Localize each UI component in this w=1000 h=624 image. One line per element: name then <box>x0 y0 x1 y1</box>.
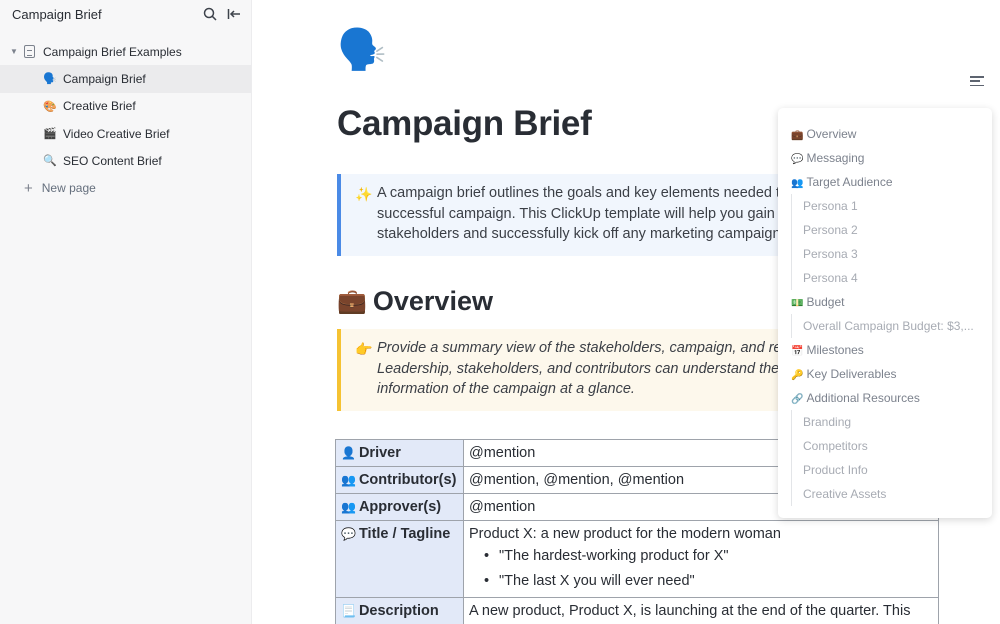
pointing-hand-icon: 👉 <box>355 341 373 357</box>
collapse-sidebar-icon[interactable] <box>227 7 241 21</box>
overview-callout[interactable]: 👉 Provide a summary view of the stakehol… <box>337 329 807 411</box>
toc-item-messaging[interactable]: 💬 Messaging <box>778 146 992 170</box>
table-key-cell[interactable]: 📃 Description <box>335 597 464 624</box>
toc-label: Budget <box>806 295 845 309</box>
page-curl-icon: 📃 <box>341 604 356 618</box>
toc-label: Messaging <box>806 151 865 165</box>
page-tree: ▼ Campaign Brief Examples 🗣️ Campaign Br… <box>0 38 251 202</box>
intro-callout[interactable]: ✨ A campaign brief outlines the goals an… <box>337 174 807 256</box>
table-key: Description <box>358 603 439 619</box>
table-key-cell[interactable]: 💬 Title / Tagline <box>335 520 464 598</box>
page-emoji-icon[interactable]: 🗣️ <box>337 30 387 70</box>
briefcase-icon: 💼 <box>791 130 804 141</box>
people-icon: 👥 <box>791 178 804 189</box>
speech-bubble-icon: 💬 <box>341 527 356 541</box>
toc-item-overall-budget[interactable]: Overall Campaign Budget: $3,... <box>791 314 992 338</box>
toc-item-creative-assets[interactable]: Creative Assets <box>791 482 992 506</box>
table-value-cell[interactable]: Product X: a new product for the modern … <box>463 520 939 598</box>
toc-item-competitors[interactable]: Competitors <box>791 434 992 458</box>
sidebar-header: Campaign Brief <box>0 0 251 28</box>
toc-item-overview[interactable]: 💼 Overview <box>778 122 992 146</box>
toc-item-additional-resources[interactable]: 🔗 Additional Resources <box>778 386 992 410</box>
tree-item-creative-brief[interactable]: 🎨 Creative Brief <box>0 93 251 120</box>
toc-label: Target Audience <box>806 175 893 189</box>
toc-item-product-info[interactable]: Product Info <box>791 458 992 482</box>
tree-item-label: Video Creative Brief <box>63 126 170 141</box>
overview-callout-text[interactable]: Provide a summary view of the stakeholde… <box>377 338 817 400</box>
toc-label: Additional Resources <box>806 391 920 405</box>
table-value-cell[interactable]: A new product, Product X, is launching a… <box>463 597 939 624</box>
toc-item-branding[interactable]: Branding <box>791 410 992 434</box>
table-row: 📃 Description A new product, Product X, i… <box>335 597 939 624</box>
intro-callout-text[interactable]: A campaign brief outlines the goals and … <box>377 183 817 245</box>
toc-item-budget[interactable]: 💵 Budget <box>778 290 992 314</box>
toc-label: Overview <box>806 127 857 141</box>
toc-item-persona-4[interactable]: Persona 4 <box>791 266 992 290</box>
table-key-cell[interactable]: 👥 Approver(s) <box>335 493 464 521</box>
person-icon: 👤 <box>341 446 356 460</box>
speaking-head-icon: 🗣️ <box>43 73 57 86</box>
calendar-icon: 📅 <box>791 346 804 357</box>
document-icon <box>24 45 35 59</box>
palette-icon: 🎨 <box>43 100 57 113</box>
table-key: Title / Tagline <box>358 526 451 542</box>
bullet-item[interactable]: "The last X you will ever need" <box>483 569 933 594</box>
tree-item-seo-content-brief[interactable]: 🔍 SEO Content Brief <box>0 147 251 174</box>
table-key-cell[interactable]: 👤 Driver <box>335 439 464 467</box>
toc-item-persona-2[interactable]: Persona 2 <box>791 218 992 242</box>
table-key-cell[interactable]: 👥 Contributor(s) <box>335 466 464 494</box>
new-page-label: New page <box>41 181 96 196</box>
table-key: Driver <box>358 445 401 461</box>
overview-heading-text: Overview <box>372 286 493 316</box>
tree-item-label: Creative Brief <box>63 99 136 114</box>
table-row: 💬 Title / Tagline Product X: a new produc… <box>335 520 939 598</box>
table-of-contents-icon[interactable] <box>970 74 984 88</box>
key-icon: 🔑 <box>791 370 804 381</box>
briefcase-icon: 💼 <box>337 288 367 315</box>
tree-root-label: Campaign Brief Examples <box>43 44 182 59</box>
toc-item-target-audience[interactable]: 👥 Target Audience <box>778 170 992 194</box>
toc-item-milestones[interactable]: 📅 Milestones <box>778 338 992 362</box>
bullet-item[interactable]: "The hardest-working product for X" <box>483 544 933 569</box>
link-icon: 🔗 <box>791 394 804 405</box>
toc-item-key-deliverables[interactable]: 🔑 Key Deliverables <box>778 362 992 386</box>
page-title[interactable]: Campaign Brief <box>337 104 592 144</box>
toc-item-persona-3[interactable]: Persona 3 <box>791 242 992 266</box>
table-value-text: Product X: a new product for the modern … <box>469 526 781 542</box>
toc-label: Key Deliverables <box>806 367 897 381</box>
table-key: Contributor(s) <box>358 472 457 488</box>
sidebar: Campaign Brief ▼ Campaign Brief Examples… <box>0 0 252 624</box>
caret-down-icon[interactable]: ▼ <box>10 47 20 56</box>
search-icon[interactable] <box>203 7 217 21</box>
sidebar-title: Campaign Brief <box>12 6 102 22</box>
toc-label: Milestones <box>806 343 864 357</box>
new-page-button[interactable]: + New page <box>0 174 251 201</box>
sparkles-icon: ✨ <box>355 186 373 202</box>
clapper-icon: 🎬 <box>43 128 57 141</box>
overview-heading[interactable]: 💼 Overview <box>337 286 493 317</box>
tree-item-campaign-brief[interactable]: 🗣️ Campaign Brief <box>0 65 251 93</box>
tagline-bullets: "The hardest-working product for X" "The… <box>469 544 933 594</box>
table-key: Approver(s) <box>358 499 442 515</box>
tree-root-campaign-brief-examples[interactable]: ▼ Campaign Brief Examples <box>0 38 251 65</box>
tree-item-label: SEO Content Brief <box>63 153 162 168</box>
tree-item-label: Campaign Brief <box>63 71 146 86</box>
people-icon: 👥 <box>341 473 356 487</box>
magnifier-icon: 🔍 <box>43 155 57 168</box>
table-of-contents-panel: 💼 Overview 💬 Messaging 👥 Target Audience Pe… <box>778 108 992 518</box>
money-icon: 💵 <box>791 298 804 309</box>
tree-item-video-creative-brief[interactable]: 🎬 Video Creative Brief <box>0 120 251 147</box>
plus-icon: + <box>24 179 33 197</box>
speech-bubble-icon: 💬 <box>791 154 804 165</box>
people-icon: 👥 <box>341 500 356 514</box>
toc-item-persona-1[interactable]: Persona 1 <box>791 194 992 218</box>
